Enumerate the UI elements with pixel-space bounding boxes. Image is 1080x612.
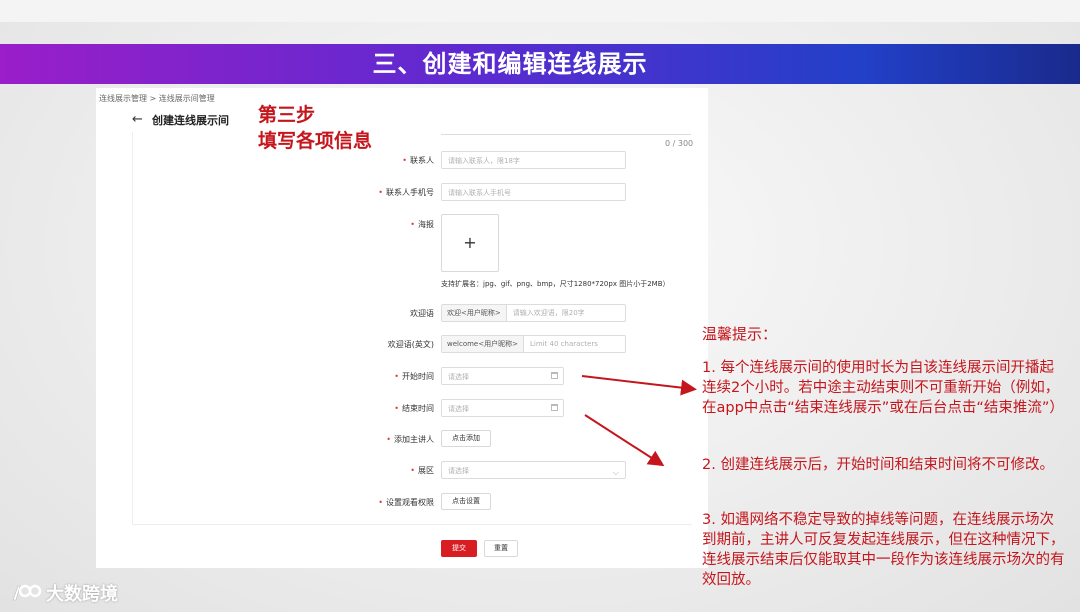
brand-logo-text: 大数跨境 xyxy=(46,584,118,605)
tip-item-2: 2. 创建连线展示后，开始时间和结束时间将不可修改。 xyxy=(702,457,1054,473)
arrow-to-tip-2 xyxy=(584,414,665,467)
brand-logo-icon xyxy=(12,584,42,601)
brand-logo: 大数跨境 xyxy=(10,580,118,606)
tips-title: 温馨提示： xyxy=(702,325,778,343)
arrow-to-tip-1 xyxy=(581,375,697,396)
tip-item-3: 3. 如遇网络不稳定导致的掉线等问题，在连线展示场次到期前，主讲人可反复发起连线… xyxy=(702,512,1065,588)
tip-item-1: 1. 每个连线展示间的使用时长为自该连线展示间开播起连续2个小时。若中途主动结束… xyxy=(702,360,1064,416)
